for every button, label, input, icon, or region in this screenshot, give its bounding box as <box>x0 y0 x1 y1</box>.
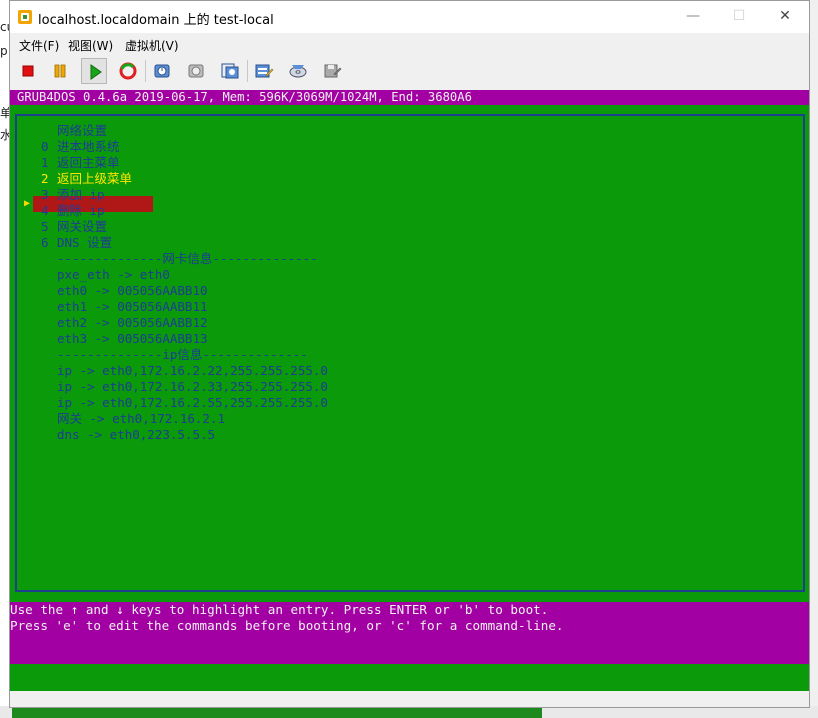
close-button[interactable]: ✕ <box>762 1 808 33</box>
menu-entry-local-system[interactable]: 进本地系统 <box>57 139 120 155</box>
vm-console-window: localhost.localdomain 上的 test-local — ☐ … <box>9 0 810 708</box>
stop-icon <box>22 65 34 77</box>
ip-info-divider: --------------ip信息-------------- <box>57 347 308 362</box>
help-text: Use the ↑ and ↓ keys to highlight an ent… <box>10 602 549 617</box>
maximize-button[interactable]: ☐ <box>716 1 762 33</box>
menu-entry-dns[interactable]: DNS 设置 <box>57 235 112 251</box>
selection-marker: ▶ <box>24 198 31 209</box>
help-text: Press 'e' to edit the commands before bo… <box>10 618 564 633</box>
menu-entry-main-menu[interactable]: 返回主菜单 <box>57 155 120 171</box>
menu-entry-number: 3 <box>41 187 49 202</box>
vm-console-screen[interactable]: GRUB4DOS 0.4.6a 2019-06-17, Mem: 596K/30… <box>10 90 809 691</box>
menu-view[interactable]: 视图(W) <box>68 37 113 54</box>
revert-snapshot-button[interactable] <box>183 58 209 84</box>
grub-help-bar: Use the ↑ and ↓ keys to highlight an ent… <box>10 602 809 664</box>
floppy-button[interactable] <box>319 58 345 84</box>
nic-info-divider: --------------网卡信息-------------- <box>57 251 318 266</box>
menu-entry-number: 4 <box>41 203 49 218</box>
cd-dvd-button[interactable] <box>285 58 311 84</box>
edit-settings-icon <box>255 64 274 78</box>
manage-snapshot-icon <box>221 63 239 79</box>
info-line: eth2 -> 005056AABB12 <box>57 315 208 330</box>
menu-entry-number: 2 <box>41 171 49 186</box>
floppy-icon <box>324 64 342 78</box>
grub-header-bar: GRUB4DOS 0.4.6a 2019-06-17, Mem: 596K/30… <box>10 90 809 105</box>
toolbar-separator <box>247 60 248 82</box>
info-line: eth1 -> 005056AABB11 <box>57 299 208 314</box>
take-snapshot-button[interactable] <box>149 58 175 84</box>
info-line: ip -> eth0,172.16.2.33,255.255.255.0 <box>57 379 328 394</box>
menu-entry-add-ip[interactable]: 添加 ip <box>57 187 105 203</box>
window-status-bar <box>10 691 809 707</box>
info-line: eth3 -> 005056AABB13 <box>57 331 208 346</box>
toolbar-separator <box>145 60 146 82</box>
minimize-button[interactable]: — <box>670 1 716 33</box>
manage-snapshots-button[interactable] <box>217 58 243 84</box>
menu-entry-number: 1 <box>41 155 49 170</box>
power-on-button[interactable] <box>81 58 107 84</box>
menu-entry-delete-ip[interactable]: 删除 ip <box>57 203 105 219</box>
menu-entry-number: 5 <box>41 219 49 234</box>
pause-icon <box>54 64 66 78</box>
stop-button[interactable] <box>15 58 41 84</box>
pause-button[interactable] <box>47 58 73 84</box>
menu-file[interactable]: 文件(F) <box>19 37 59 54</box>
snapshot-icon <box>154 64 170 78</box>
reset-button[interactable] <box>115 58 141 84</box>
info-line: 网关 -> eth0,172.16.2.1 <box>57 411 225 426</box>
reset-icon <box>119 62 137 80</box>
window-title: localhost.localdomain 上的 test-local <box>38 13 274 28</box>
menu-entry-number: 6 <box>41 235 49 250</box>
menu-entry-parent-menu[interactable]: 返回上级菜单 <box>57 171 132 187</box>
info-line: eth0 -> 005056AABB10 <box>57 283 208 298</box>
vmware-app-icon <box>18 9 32 24</box>
menu-bar: 文件(F) 视图(W) 虚拟机(V) <box>10 33 809 55</box>
menu-entry-number: 0 <box>41 139 49 154</box>
info-line: dns -> eth0,223.5.5.5 <box>57 427 216 442</box>
cd-icon <box>289 65 307 78</box>
edit-settings-button[interactable] <box>251 58 277 84</box>
info-line: ip -> eth0,172.16.2.55,255.255.255.0 <box>57 395 328 410</box>
menu-entry-gateway[interactable]: 网关设置 <box>57 219 107 235</box>
play-icon <box>90 64 102 80</box>
console-bottom-strip <box>10 664 809 690</box>
revert-snapshot-icon <box>188 64 204 78</box>
menu-vm[interactable]: 虚拟机(V) <box>125 37 179 54</box>
info-line: pxe_eth -> eth0 <box>57 267 170 282</box>
title-bar[interactable]: localhost.localdomain 上的 test-local — ☐ … <box>10 1 809 33</box>
grub-header-text: GRUB4DOS 0.4.6a 2019-06-17, Mem: 596K/30… <box>17 90 472 104</box>
info-line: ip -> eth0,172.16.2.22,255.255.255.0 <box>57 363 328 378</box>
grub-menu-box: 网络设置 ▶ 0 进本地系统 1 返回主菜单 2 返回上级菜单 3 添加 ip … <box>15 114 805 592</box>
toolbar <box>10 56 809 86</box>
background-text: p <box>0 44 8 58</box>
menu-title: 网络设置 <box>57 123 108 138</box>
